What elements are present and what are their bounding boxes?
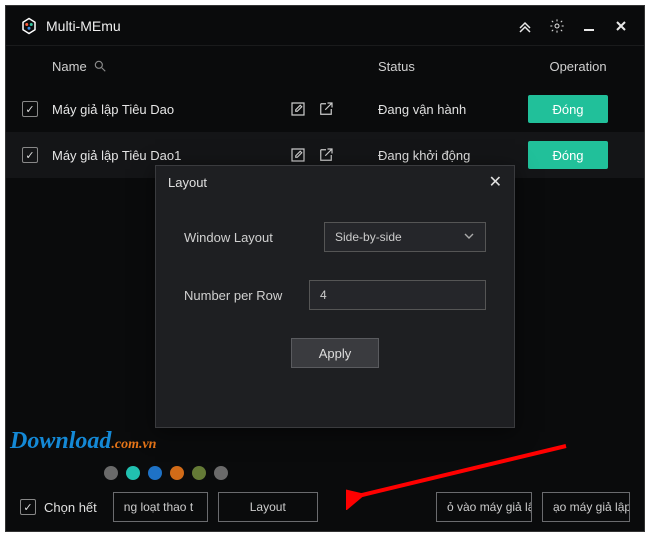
select-all-label: Chọn hết — [44, 500, 97, 515]
emulator-name: Máy giả lập Tiêu Dao1 — [52, 148, 288, 163]
app-title: Multi-MEmu — [46, 18, 516, 34]
minimize-icon[interactable] — [580, 17, 598, 35]
color-dot[interactable] — [148, 466, 162, 480]
import-emulator-button[interactable]: ỏ vào máy giả lậ — [436, 492, 532, 522]
row-checkbox[interactable] — [22, 147, 38, 163]
collapse-icon[interactable] — [516, 17, 534, 35]
titlebar-buttons — [516, 17, 630, 35]
apply-button[interactable]: Apply — [291, 338, 379, 368]
color-dots — [104, 466, 228, 480]
create-emulator-button[interactable]: ạo máy giả lập — [542, 492, 630, 522]
table-header: Name Status Operation — [6, 46, 644, 86]
close-emulator-button[interactable]: Đóng — [528, 141, 608, 169]
column-operation: Operation — [528, 59, 628, 74]
select-value: Side-by-side — [335, 230, 402, 244]
open-external-icon[interactable] — [316, 99, 336, 119]
row-checkbox[interactable] — [22, 101, 38, 117]
dialog-titlebar: Layout ✕ — [156, 166, 514, 198]
color-dot[interactable] — [126, 466, 140, 480]
app-logo-icon — [20, 17, 38, 35]
column-status: Status — [378, 59, 528, 74]
close-emulator-button[interactable]: Đóng — [528, 95, 608, 123]
checkbox-icon — [20, 499, 36, 515]
select-all-checkbox[interactable]: Chọn hết — [20, 499, 97, 515]
open-external-icon[interactable] — [316, 145, 336, 165]
close-icon[interactable] — [612, 17, 630, 35]
color-dot[interactable] — [170, 466, 184, 480]
chevron-down-icon — [463, 230, 475, 245]
number-per-row-input[interactable] — [309, 280, 486, 310]
layout-button[interactable]: Layout — [218, 492, 318, 522]
color-dot[interactable] — [104, 466, 118, 480]
emulator-status: Đang khởi động — [378, 148, 528, 163]
dialog-close-icon[interactable]: ✕ — [489, 172, 502, 192]
settings-icon[interactable] — [548, 17, 566, 35]
emulator-name: Máy giả lập Tiêu Dao — [52, 102, 288, 117]
edit-icon[interactable] — [288, 145, 308, 165]
titlebar: Multi-MEmu — [6, 6, 644, 46]
batch-operations-button[interactable]: ng loạt thao t — [113, 492, 208, 522]
table-row: Máy giả lập Tiêu Dao Đang vận hành Đóng — [6, 86, 644, 132]
window-layout-select[interactable]: Side-by-side — [324, 222, 486, 252]
color-dot[interactable] — [214, 466, 228, 480]
window-layout-label: Window Layout — [184, 230, 324, 245]
layout-dialog: Layout ✕ Window Layout Side-by-side Numb… — [155, 165, 515, 428]
dialog-title: Layout — [168, 175, 207, 190]
column-name: Name — [52, 59, 87, 74]
bottom-toolbar: Chọn hết ng loạt thao t Layout ỏ vào máy… — [6, 483, 644, 531]
search-icon[interactable] — [93, 59, 107, 73]
emulator-status: Đang vận hành — [378, 102, 528, 117]
number-per-row-label: Number per Row — [184, 288, 309, 303]
color-dot[interactable] — [192, 466, 206, 480]
edit-icon[interactable] — [288, 99, 308, 119]
